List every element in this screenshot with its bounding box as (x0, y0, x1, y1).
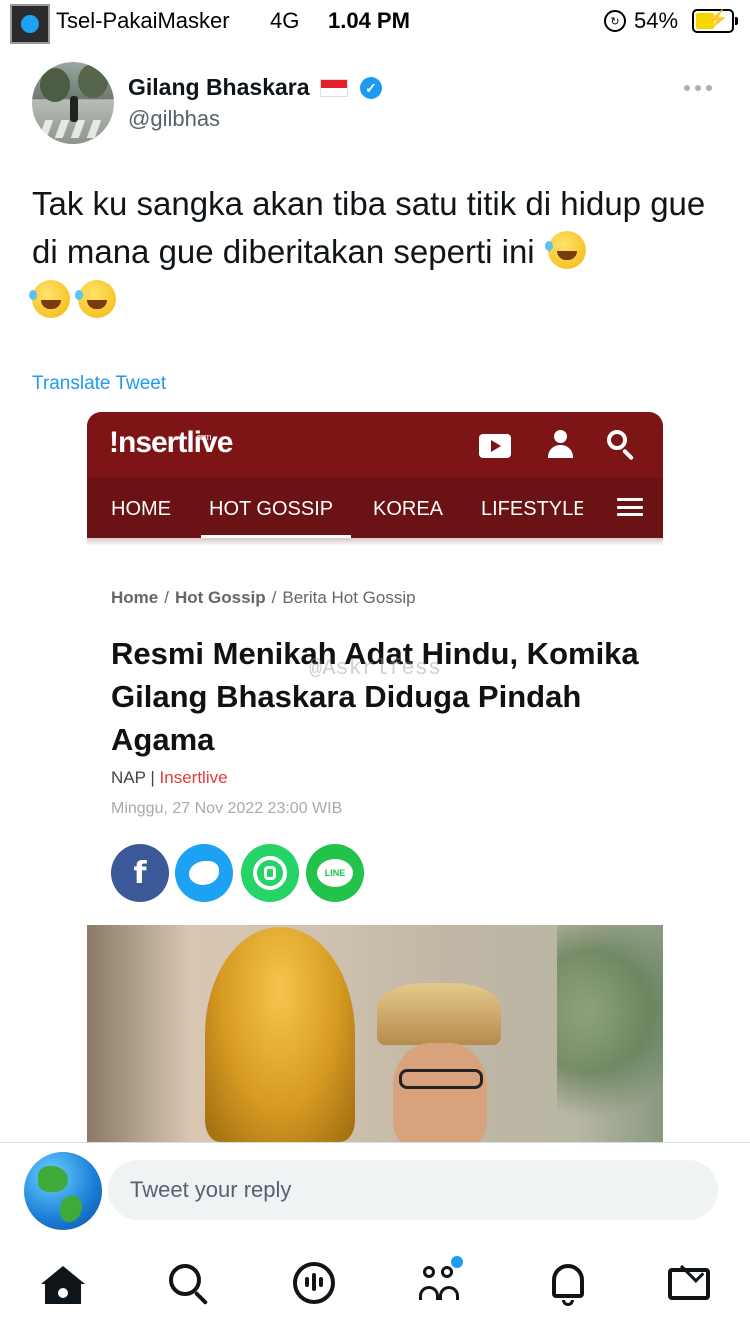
hamburger-menu-icon (617, 498, 643, 516)
emoji-row (29, 280, 116, 318)
network-type: 4G (270, 8, 300, 33)
notifications-icon[interactable] (546, 1262, 590, 1306)
carrier-name: Tsel-PakaiMasker (56, 8, 230, 33)
more-options-icon[interactable] (684, 78, 716, 98)
breadcrumb: Home / Hot Gossip / Berita Hot Gossip (111, 588, 416, 607)
facebook-share-icon: f (111, 844, 169, 902)
author-name[interactable]: Gilang Bhaskara (128, 74, 310, 101)
site-nav-home: HOME (111, 498, 171, 520)
twitter-share-icon (175, 844, 233, 902)
article-headline: Resmi Menikah Adat Hindu, Komika Gilang … (111, 636, 639, 757)
search-icon[interactable] (167, 1262, 211, 1306)
site-nav-korea: KOREA (373, 498, 444, 520)
current-user-avatar[interactable] (24, 1152, 102, 1230)
reply-divider (0, 1142, 750, 1143)
reply-input[interactable]: Tweet your reply (108, 1160, 718, 1220)
messages-icon[interactable] (668, 1258, 712, 1306)
rolling-on-floor-laughing-emoji-icon (544, 231, 586, 269)
translate-tweet-link[interactable]: Translate Tweet (32, 373, 166, 395)
spaces-icon[interactable] (293, 1262, 337, 1306)
app-switch-icon[interactable] (10, 4, 50, 44)
rotation-lock-icon: ↻ (604, 10, 626, 32)
wedding-photo (87, 925, 663, 1142)
charging-bolt-icon: ⚡ (706, 9, 729, 29)
verified-badge-icon: ✓ (360, 77, 382, 99)
site-nav-lifestyle: LIFESTYLE (481, 498, 583, 520)
tweet-text-content: Tak ku sangka akan tiba satu titik di hi… (32, 185, 706, 270)
home-icon[interactable] (41, 1262, 85, 1306)
clock: 1.04 PM (328, 8, 410, 33)
site-header: !nsertlive .com (87, 412, 663, 478)
user-icon (547, 430, 573, 460)
indonesia-flag-icon (320, 79, 348, 97)
battery-percent: 54% (634, 8, 679, 33)
video-icon (479, 434, 511, 458)
article-date: Minggu, 27 Nov 2022 23:00 WIB (111, 800, 343, 817)
notification-dot (451, 1256, 463, 1268)
author-avatar[interactable] (32, 62, 114, 144)
status-bar: Tsel-PakaiMasker 4G 1.04 PM ↻ 54% ⚡ (0, 0, 750, 44)
rolling-on-floor-laughing-emoji-icon (75, 280, 116, 318)
search-icon (605, 428, 639, 462)
communities-icon[interactable] (419, 1262, 463, 1306)
attached-image[interactable]: !nsertlive .com HOME HOT GOSSIP KOREA LIF… (87, 412, 663, 1142)
site-logo: !nsertlive .com (109, 426, 233, 459)
whatsapp-share-icon (241, 844, 299, 902)
watermark: @Askrlfess (309, 656, 442, 681)
site-nav-hot-gossip: HOT GOSSIP (209, 498, 334, 520)
article-byline: NAP | Insertlive (111, 768, 228, 787)
author-handle[interactable]: @gilbhas (128, 106, 220, 132)
tweet-text: Tak ku sangka akan tiba satu titik di hi… (32, 180, 722, 276)
line-share-icon: LINE (306, 844, 364, 902)
rolling-on-floor-laughing-emoji-icon (29, 280, 70, 318)
battery-icon: ⚡ (692, 9, 738, 33)
